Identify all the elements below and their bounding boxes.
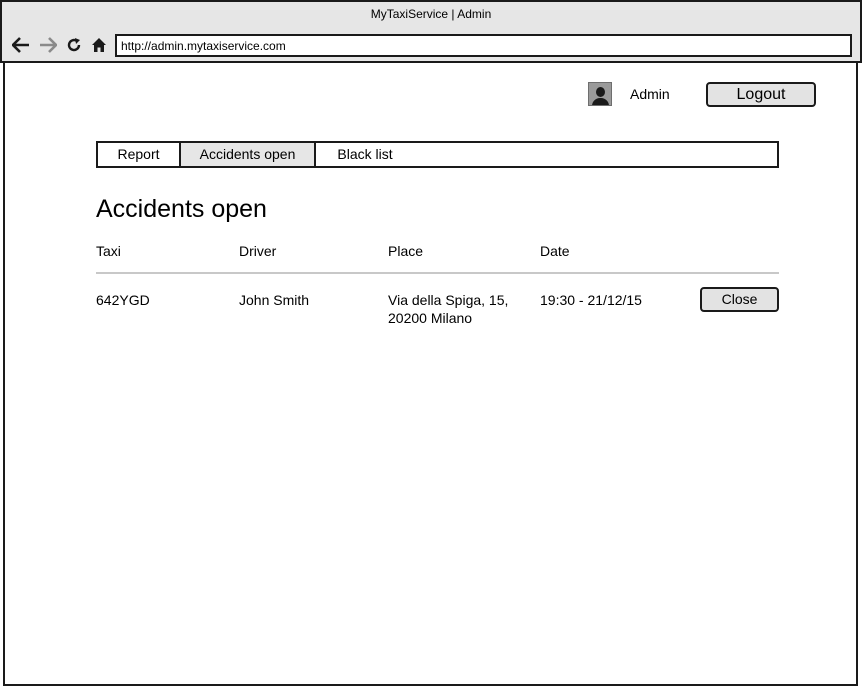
tab-bar: Report Accidents open Black list [96, 141, 779, 168]
reload-icon[interactable] [64, 35, 84, 55]
column-header-place: Place [388, 243, 424, 259]
home-icon[interactable] [89, 35, 109, 55]
address-bar[interactable] [115, 34, 852, 57]
page-title: Accidents open [96, 195, 267, 223]
window-title: MyTaxiService | Admin [370, 7, 492, 21]
cell-place: Via della Spiga, 15, 20200 Milano [388, 292, 509, 326]
cell-date: 19:30 - 21/12/15 [540, 292, 642, 308]
logout-button[interactable]: Logout [706, 82, 816, 107]
tab-report[interactable]: Report [98, 143, 181, 166]
back-icon[interactable] [11, 35, 31, 55]
column-header-date: Date [540, 243, 570, 259]
column-header-taxi: Taxi [96, 243, 121, 259]
cell-taxi: 642YGD [96, 292, 150, 308]
tab-accidents-open[interactable]: Accidents open [181, 143, 316, 166]
user-avatar-icon [588, 82, 612, 106]
forward-icon[interactable] [38, 35, 58, 55]
user-name: Admin [630, 86, 670, 102]
column-header-driver: Driver [239, 243, 277, 259]
table-header-divider [96, 272, 779, 274]
tab-black-list[interactable]: Black list [316, 143, 414, 166]
close-accident-button[interactable]: Close [700, 287, 779, 312]
cell-driver: John Smith [239, 292, 310, 308]
browser-chrome: MyTaxiService | Admin [0, 0, 862, 63]
